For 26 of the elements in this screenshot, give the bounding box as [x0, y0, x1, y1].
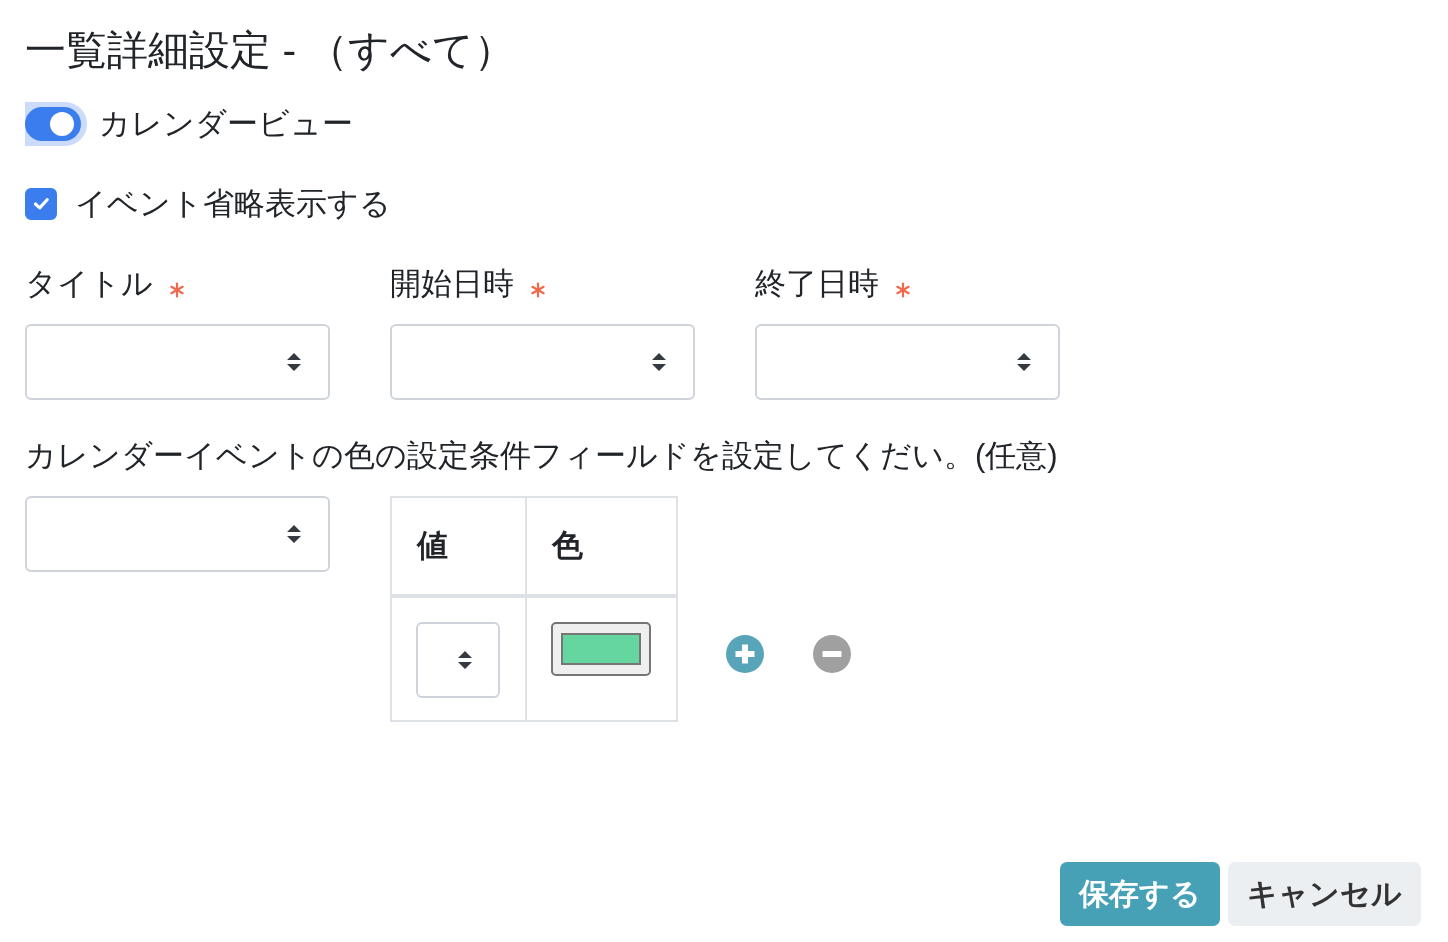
toggle-switch[interactable]	[25, 102, 87, 146]
select-field[interactable]	[416, 622, 500, 698]
updown-arrows-icon	[286, 352, 302, 372]
add-icon[interactable]	[726, 635, 764, 673]
column-header: 値	[391, 497, 526, 596]
field-label: タイトル	[25, 265, 153, 303]
description-text: カレンダーイベントの色の設定条件フィールドを設定してくだい。(任意)	[25, 437, 1058, 475]
updown-arrows-icon	[457, 650, 473, 670]
toggle-label: カレンダービュー	[99, 105, 353, 143]
field-label: 開始日時	[390, 265, 514, 303]
updown-arrows-icon	[1016, 352, 1032, 372]
page-title: 一覧詳細設定 - （すべて）	[25, 26, 516, 75]
field-label: 終了日時	[755, 265, 879, 303]
updown-arrows-icon	[286, 524, 302, 544]
checkbox[interactable]	[25, 188, 57, 220]
select-field[interactable]	[25, 496, 330, 572]
check-icon	[33, 198, 49, 210]
updown-arrows-icon	[651, 352, 667, 372]
select-field[interactable]	[25, 324, 330, 400]
color-picker[interactable]	[551, 622, 651, 676]
select-field[interactable]	[390, 324, 695, 400]
column-header: 色	[526, 497, 677, 596]
select-field[interactable]	[755, 324, 1060, 400]
checkbox-label: イベント省略表示する	[75, 185, 391, 223]
remove-icon[interactable]	[813, 635, 851, 673]
cancel-button[interactable]: キャンセル	[1228, 862, 1421, 926]
